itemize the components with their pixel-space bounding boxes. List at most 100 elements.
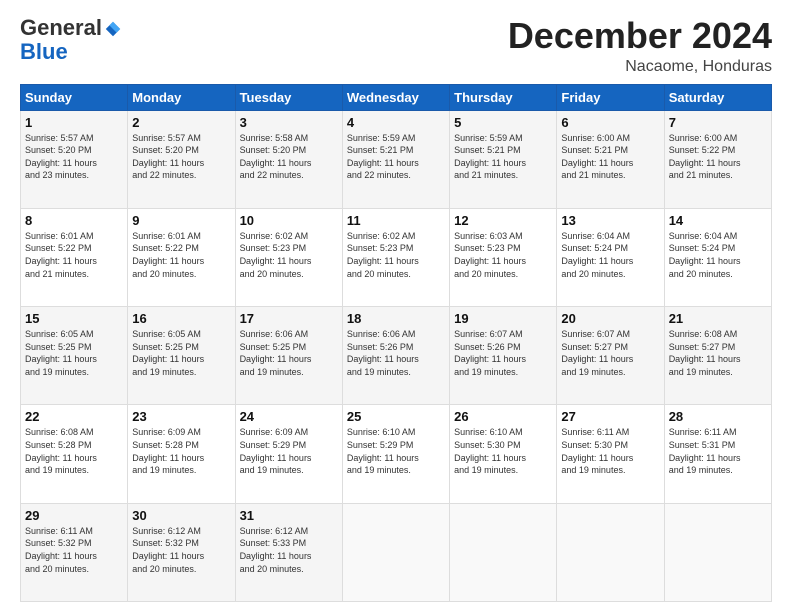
day-number: 12 bbox=[454, 213, 552, 228]
calendar-week-4: 22Sunrise: 6:08 AM Sunset: 5:28 PM Dayli… bbox=[21, 405, 772, 503]
day-info: Sunrise: 6:10 AM Sunset: 5:30 PM Dayligh… bbox=[454, 426, 552, 476]
calendar-cell: 6 Sunrise: 6:00 AM Sunset: 5:21 PM Daylig… bbox=[557, 110, 664, 208]
day-info: Sunrise: 5:58 AM Sunset: 5:20 PM Dayligh… bbox=[240, 132, 338, 182]
day-info: Sunrise: 6:04 AM Sunset: 5:24 PM Dayligh… bbox=[669, 230, 767, 280]
calendar-cell: 1 Sunrise: 5:57 AM Sunset: 5:20 PM Daylig… bbox=[21, 110, 128, 208]
day-info: Sunrise: 6:12 AM Sunset: 5:33 PM Dayligh… bbox=[240, 525, 338, 575]
day-info: Sunrise: 6:05 AM Sunset: 5:25 PM Dayligh… bbox=[25, 328, 123, 378]
day-number: 3 bbox=[240, 115, 338, 130]
col-header-monday: Monday bbox=[128, 84, 235, 110]
day-number: 14 bbox=[669, 213, 767, 228]
day-number: 4 bbox=[347, 115, 445, 130]
day-info: Sunrise: 6:11 AM Sunset: 5:30 PM Dayligh… bbox=[561, 426, 659, 476]
calendar-week-3: 15 Sunrise: 6:05 AM Sunset: 5:25 PM Dayli… bbox=[21, 307, 772, 405]
calendar-cell: 30 Sunrise: 6:12 AM Sunset: 5:32 PM Dayli… bbox=[128, 503, 235, 601]
title-block: December 2024 Nacaome, Honduras bbox=[508, 16, 772, 76]
day-number: 6 bbox=[561, 115, 659, 130]
day-number: 13 bbox=[561, 213, 659, 228]
day-number: 5 bbox=[454, 115, 552, 130]
day-info: Sunrise: 6:02 AM Sunset: 5:23 PM Dayligh… bbox=[240, 230, 338, 280]
calendar-week-5: 29 Sunrise: 6:11 AM Sunset: 5:32 PM Dayli… bbox=[21, 503, 772, 601]
calendar-cell: 4 Sunrise: 5:59 AM Sunset: 5:21 PM Daylig… bbox=[342, 110, 449, 208]
day-info: Sunrise: 6:01 AM Sunset: 5:22 PM Dayligh… bbox=[132, 230, 230, 280]
calendar-page: General Blue December 2024 Nacaome, Hond… bbox=[0, 0, 792, 612]
day-info: Sunrise: 6:07 AM Sunset: 5:27 PM Dayligh… bbox=[561, 328, 659, 378]
day-info: Sunrise: 5:57 AM Sunset: 5:20 PM Dayligh… bbox=[132, 132, 230, 182]
col-header-thursday: Thursday bbox=[450, 84, 557, 110]
day-number: 20 bbox=[561, 311, 659, 326]
day-info: Sunrise: 6:06 AM Sunset: 5:26 PM Dayligh… bbox=[347, 328, 445, 378]
day-info: Sunrise: 6:00 AM Sunset: 5:21 PM Dayligh… bbox=[561, 132, 659, 182]
day-info: Sunrise: 6:02 AM Sunset: 5:23 PM Dayligh… bbox=[347, 230, 445, 280]
calendar-cell: 25Sunrise: 6:10 AM Sunset: 5:29 PM Dayli… bbox=[342, 405, 449, 503]
logo-general: General bbox=[20, 15, 102, 40]
day-info: Sunrise: 6:08 AM Sunset: 5:27 PM Dayligh… bbox=[669, 328, 767, 378]
day-number: 15 bbox=[25, 311, 123, 326]
day-number: 7 bbox=[669, 115, 767, 130]
day-info: Sunrise: 6:11 AM Sunset: 5:32 PM Dayligh… bbox=[25, 525, 123, 575]
day-number: 19 bbox=[454, 311, 552, 326]
day-number: 11 bbox=[347, 213, 445, 228]
calendar-cell: 22Sunrise: 6:08 AM Sunset: 5:28 PM Dayli… bbox=[21, 405, 128, 503]
day-number: 30 bbox=[132, 508, 230, 523]
col-header-sunday: Sunday bbox=[21, 84, 128, 110]
calendar-cell: 5 Sunrise: 5:59 AM Sunset: 5:21 PM Daylig… bbox=[450, 110, 557, 208]
calendar-cell: 3 Sunrise: 5:58 AM Sunset: 5:20 PM Daylig… bbox=[235, 110, 342, 208]
day-number: 29 bbox=[25, 508, 123, 523]
calendar-cell: 19Sunrise: 6:07 AM Sunset: 5:26 PM Dayli… bbox=[450, 307, 557, 405]
calendar-cell: 20 Sunrise: 6:07 AM Sunset: 5:27 PM Dayli… bbox=[557, 307, 664, 405]
day-info: Sunrise: 6:03 AM Sunset: 5:23 PM Dayligh… bbox=[454, 230, 552, 280]
calendar-cell: 8 Sunrise: 6:01 AM Sunset: 5:22 PM Daylig… bbox=[21, 208, 128, 306]
calendar-cell: 16 Sunrise: 6:05 AM Sunset: 5:25 PM Dayli… bbox=[128, 307, 235, 405]
day-number: 23 bbox=[132, 409, 230, 424]
day-info: Sunrise: 6:09 AM Sunset: 5:28 PM Dayligh… bbox=[132, 426, 230, 476]
calendar-week-1: 1 Sunrise: 5:57 AM Sunset: 5:20 PM Daylig… bbox=[21, 110, 772, 208]
day-info: Sunrise: 6:04 AM Sunset: 5:24 PM Dayligh… bbox=[561, 230, 659, 280]
calendar-cell: 26 Sunrise: 6:10 AM Sunset: 5:30 PM Dayli… bbox=[450, 405, 557, 503]
day-info: Sunrise: 5:57 AM Sunset: 5:20 PM Dayligh… bbox=[25, 132, 123, 182]
day-number: 9 bbox=[132, 213, 230, 228]
day-info: Sunrise: 6:06 AM Sunset: 5:25 PM Dayligh… bbox=[240, 328, 338, 378]
calendar-cell: 27Sunrise: 6:11 AM Sunset: 5:30 PM Dayli… bbox=[557, 405, 664, 503]
day-info: Sunrise: 6:00 AM Sunset: 5:22 PM Dayligh… bbox=[669, 132, 767, 182]
calendar-cell: 14 Sunrise: 6:04 AM Sunset: 5:24 PM Dayli… bbox=[664, 208, 771, 306]
calendar-cell: 7 Sunrise: 6:00 AM Sunset: 5:22 PM Daylig… bbox=[664, 110, 771, 208]
calendar-cell bbox=[557, 503, 664, 601]
day-info: Sunrise: 6:10 AM Sunset: 5:29 PM Dayligh… bbox=[347, 426, 445, 476]
calendar-cell: 28Sunrise: 6:11 AM Sunset: 5:31 PM Dayli… bbox=[664, 405, 771, 503]
calendar-table: SundayMondayTuesdayWednesdayThursdayFrid… bbox=[20, 84, 772, 602]
day-number: 26 bbox=[454, 409, 552, 424]
day-number: 18 bbox=[347, 311, 445, 326]
day-info: Sunrise: 5:59 AM Sunset: 5:21 PM Dayligh… bbox=[347, 132, 445, 182]
day-number: 17 bbox=[240, 311, 338, 326]
day-info: Sunrise: 6:01 AM Sunset: 5:22 PM Dayligh… bbox=[25, 230, 123, 280]
location: Nacaome, Honduras bbox=[508, 58, 772, 76]
calendar-cell: 15 Sunrise: 6:05 AM Sunset: 5:25 PM Dayli… bbox=[21, 307, 128, 405]
day-number: 1 bbox=[25, 115, 123, 130]
day-number: 16 bbox=[132, 311, 230, 326]
logo: General Blue bbox=[20, 16, 122, 64]
calendar-cell bbox=[342, 503, 449, 601]
day-number: 8 bbox=[25, 213, 123, 228]
calendar-cell: 11 Sunrise: 6:02 AM Sunset: 5:23 PM Dayli… bbox=[342, 208, 449, 306]
calendar-cell: 13 Sunrise: 6:04 AM Sunset: 5:24 PM Dayli… bbox=[557, 208, 664, 306]
day-info: Sunrise: 6:05 AM Sunset: 5:25 PM Dayligh… bbox=[132, 328, 230, 378]
header: General Blue December 2024 Nacaome, Hond… bbox=[20, 16, 772, 76]
day-info: Sunrise: 6:12 AM Sunset: 5:32 PM Dayligh… bbox=[132, 525, 230, 575]
col-header-wednesday: Wednesday bbox=[342, 84, 449, 110]
logo-blue: Blue bbox=[20, 39, 68, 64]
logo-icon bbox=[104, 20, 122, 38]
day-info: Sunrise: 6:08 AM Sunset: 5:28 PM Dayligh… bbox=[25, 426, 123, 476]
calendar-cell: 9 Sunrise: 6:01 AM Sunset: 5:22 PM Daylig… bbox=[128, 208, 235, 306]
col-header-friday: Friday bbox=[557, 84, 664, 110]
calendar-cell: 23 Sunrise: 6:09 AM Sunset: 5:28 PM Dayli… bbox=[128, 405, 235, 503]
calendar-cell: 18 Sunrise: 6:06 AM Sunset: 5:26 PM Dayli… bbox=[342, 307, 449, 405]
calendar-cell: 31Sunrise: 6:12 AM Sunset: 5:33 PM Dayli… bbox=[235, 503, 342, 601]
day-info: Sunrise: 5:59 AM Sunset: 5:21 PM Dayligh… bbox=[454, 132, 552, 182]
calendar-week-2: 8 Sunrise: 6:01 AM Sunset: 5:22 PM Daylig… bbox=[21, 208, 772, 306]
col-header-tuesday: Tuesday bbox=[235, 84, 342, 110]
calendar-cell bbox=[450, 503, 557, 601]
calendar-cell: 10Sunrise: 6:02 AM Sunset: 5:23 PM Dayli… bbox=[235, 208, 342, 306]
calendar-cell: 29 Sunrise: 6:11 AM Sunset: 5:32 PM Dayli… bbox=[21, 503, 128, 601]
day-number: 28 bbox=[669, 409, 767, 424]
